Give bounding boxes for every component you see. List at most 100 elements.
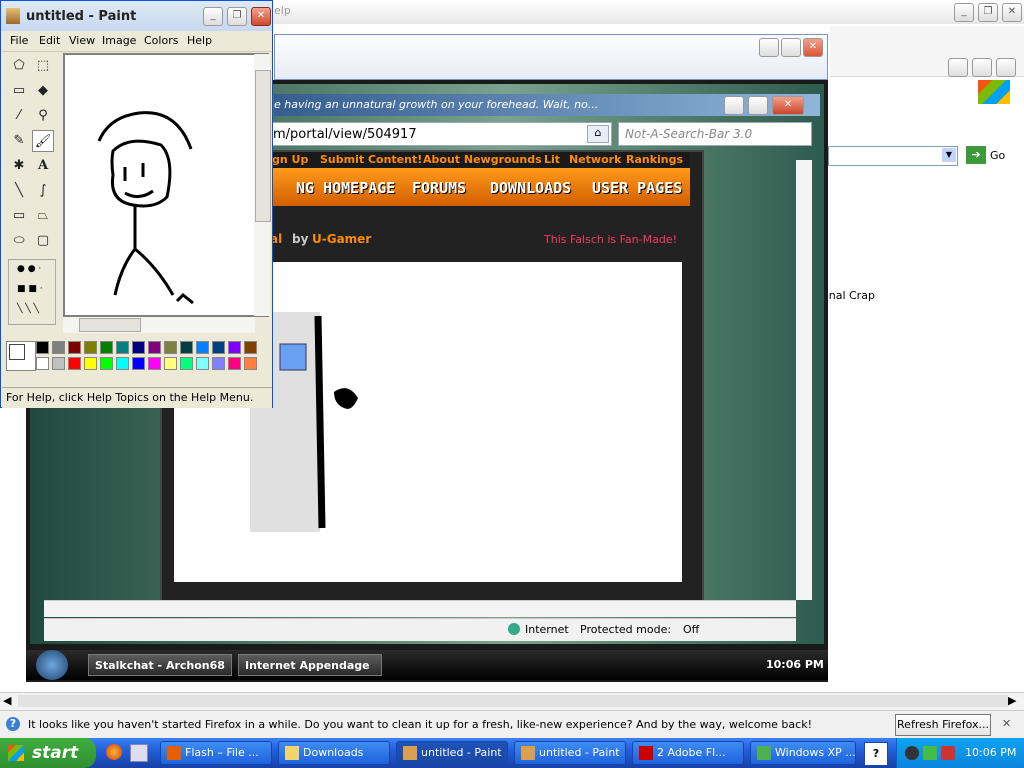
- top-link-lit[interactable]: Lit: [544, 153, 560, 166]
- current-colors[interactable]: [6, 341, 36, 371]
- ellipse-icon[interactable]: ⬭: [8, 230, 30, 252]
- rectangle-icon[interactable]: ▭: [8, 205, 30, 227]
- brush-icon[interactable]: 🖌: [32, 130, 54, 152]
- vista-hscroll[interactable]: [44, 600, 796, 617]
- taskbar-item[interactable]: untitled - Paint: [396, 741, 508, 765]
- polygon-icon[interactable]: ⏢: [32, 205, 54, 227]
- top-link-signup[interactable]: gn Up: [272, 153, 308, 166]
- nav-ng-homepage[interactable]: NG HOMEPAGE: [296, 179, 395, 197]
- palette-swatch[interactable]: [52, 357, 65, 370]
- rect-select-icon[interactable]: ⬚: [32, 55, 54, 77]
- line-icon[interactable]: ╲: [8, 180, 30, 202]
- palette-swatch[interactable]: [68, 357, 81, 370]
- paint-maximize-button[interactable]: ❐: [227, 7, 247, 26]
- palette-swatch[interactable]: [36, 357, 49, 370]
- paint-canvas[interactable]: [65, 55, 255, 315]
- menu-help[interactable]: Help: [187, 34, 212, 47]
- top-link-network[interactable]: Network: [569, 153, 621, 166]
- top-link-submit[interactable]: Submit Content!: [320, 153, 422, 166]
- menu-view[interactable]: View: [69, 34, 95, 47]
- go-label[interactable]: Go: [990, 149, 1005, 162]
- brush-options[interactable]: ● ● · ■ ■ · ╲ ╲ ╲: [8, 259, 56, 325]
- sidebar-link-text[interactable]: onal Crap: [822, 289, 875, 302]
- palette-swatch[interactable]: [244, 357, 257, 370]
- taskbar-item[interactable]: untitled - Paint: [514, 741, 626, 765]
- close-button[interactable]: ✕: [1002, 3, 1022, 22]
- palette-swatch[interactable]: [180, 357, 193, 370]
- inner-maximize-button[interactable]: [972, 58, 992, 77]
- palette-swatch[interactable]: [148, 357, 161, 370]
- scroll-right-icon[interactable]: ▶: [1008, 694, 1016, 707]
- palette-swatch[interactable]: [164, 357, 177, 370]
- close-icon[interactable]: ✕: [1002, 717, 1011, 730]
- palette-swatch[interactable]: [68, 341, 81, 354]
- banner-maximize-button[interactable]: [748, 96, 768, 115]
- author-link[interactable]: U-Gamer: [312, 232, 371, 246]
- rounded-rect-icon[interactable]: ▢: [32, 230, 54, 252]
- vista-close-button[interactable]: ✕: [803, 38, 823, 57]
- nav-user-pages[interactable]: USER PAGES: [592, 179, 682, 197]
- vscroll-thumb[interactable]: [255, 70, 271, 222]
- top-link-about[interactable]: About Newgrounds: [423, 153, 542, 166]
- palette-swatch[interactable]: [228, 341, 241, 354]
- palette-swatch[interactable]: [228, 357, 241, 370]
- palette-swatch[interactable]: [36, 341, 49, 354]
- horizontal-scrollbar[interactable]: ◀ ▶: [0, 692, 1024, 710]
- vista-address-bar[interactable]: m/portal/view/504917 ⌂: [270, 122, 612, 146]
- go-arrow-icon[interactable]: ➔: [966, 146, 986, 164]
- palette-swatch[interactable]: [132, 357, 145, 370]
- paint-horizontal-scrollbar[interactable]: [63, 317, 255, 333]
- search-placeholder[interactable]: Not-A-Search-Bar 3.0: [625, 127, 752, 141]
- fill-bucket-icon[interactable]: ◆: [32, 80, 54, 102]
- taskbar-item[interactable]: Flash – File ...: [160, 741, 272, 765]
- palette-swatch[interactable]: [180, 341, 193, 354]
- taskbar-item[interactable]: Windows XP ...: [750, 741, 856, 765]
- network-icon[interactable]: [923, 746, 937, 760]
- airbrush-icon[interactable]: ✱: [8, 155, 30, 177]
- security-shield-icon[interactable]: [941, 746, 955, 760]
- banner-close-button[interactable]: ✕: [772, 96, 804, 115]
- palette-swatch[interactable]: [148, 341, 161, 354]
- palette-swatch[interactable]: [164, 341, 177, 354]
- top-link-rankings[interactable]: Rankings: [626, 153, 683, 166]
- menu-colors[interactable]: Colors: [144, 34, 178, 47]
- palette-swatch[interactable]: [132, 341, 145, 354]
- maximize-button[interactable]: ❐: [978, 3, 998, 22]
- inner-close-button[interactable]: [996, 58, 1016, 77]
- vista-vscroll[interactable]: [796, 160, 812, 600]
- paint-close-button[interactable]: ✕: [251, 7, 271, 26]
- firefox-quick-launch-icon[interactable]: [106, 744, 122, 760]
- vista-minimize-button[interactable]: [759, 38, 779, 57]
- palette-swatch[interactable]: [100, 357, 113, 370]
- palette-swatch[interactable]: [212, 341, 225, 354]
- palette-swatch[interactable]: [116, 341, 129, 354]
- eraser-icon[interactable]: ▭: [8, 80, 30, 102]
- palette-swatch[interactable]: [212, 357, 225, 370]
- vista-start-orb-icon[interactable]: [36, 650, 68, 680]
- chevron-down-icon[interactable]: ▼: [942, 148, 956, 162]
- home-icon[interactable]: ⌂: [587, 125, 609, 143]
- address-dropdown[interactable]: ▼: [828, 146, 958, 166]
- minimize-button[interactable]: _: [954, 3, 974, 22]
- menu-file[interactable]: File: [10, 34, 28, 47]
- palette-swatch[interactable]: [116, 357, 129, 370]
- hscroll-thumb[interactable]: [79, 318, 141, 332]
- paint-vertical-scrollbar[interactable]: [254, 54, 271, 316]
- palette-swatch[interactable]: [84, 357, 97, 370]
- palette-swatch[interactable]: [244, 341, 257, 354]
- start-button[interactable]: start: [0, 738, 96, 768]
- palette-swatch[interactable]: [84, 341, 97, 354]
- palette-swatch[interactable]: [100, 341, 113, 354]
- nav-forums[interactable]: FORUMS: [412, 179, 466, 197]
- vista-search-bar[interactable]: Not-A-Search-Bar 3.0: [618, 122, 812, 146]
- banner-minimize-button[interactable]: [724, 96, 744, 115]
- pencil-icon[interactable]: ✎: [8, 130, 30, 152]
- menu-image[interactable]: Image: [102, 34, 136, 47]
- magnifier-icon[interactable]: ⚲: [32, 105, 54, 127]
- tray-icon[interactable]: [905, 746, 919, 760]
- scroll-left-icon[interactable]: ◀: [3, 694, 11, 707]
- show-desktop-icon[interactable]: [130, 744, 148, 762]
- curve-icon[interactable]: ∫: [32, 180, 54, 202]
- taskbar-item[interactable]: Downloads: [278, 741, 390, 765]
- address-text[interactable]: m/portal/view/504917: [273, 127, 417, 142]
